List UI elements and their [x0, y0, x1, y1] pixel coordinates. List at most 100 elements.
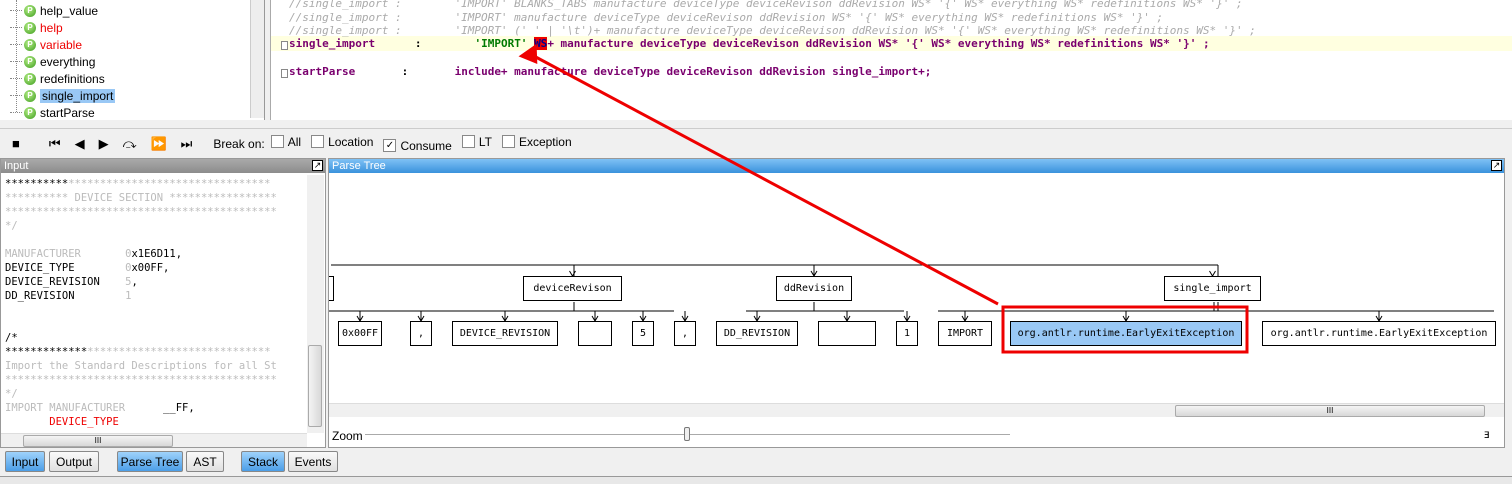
tree-leaf[interactable]: 0x00FF	[338, 321, 382, 346]
step-forward-icon[interactable]: ▶	[99, 136, 109, 152]
text: DEVICE_TYPE	[5, 262, 126, 274]
rule-item[interactable]: Phelp_value	[10, 2, 98, 19]
input-text[interactable]: ****************************************…	[1, 173, 307, 433]
text: __FF,	[163, 402, 195, 414]
text	[5, 416, 49, 428]
tab-input[interactable]: Input	[5, 451, 45, 472]
rule-label: variable	[40, 37, 83, 52]
input-line: */	[5, 220, 18, 232]
tree-edges	[329, 264, 1494, 322]
break-on-label: Break on:	[213, 136, 265, 151]
tree-leaf[interactable]: DD_REVISION	[716, 321, 798, 346]
go-start-icon[interactable]: ⏮	[49, 136, 61, 152]
tree-node-partial[interactable]	[329, 276, 334, 301]
fold-icon[interactable]	[281, 69, 288, 78]
checkbox[interactable]	[461, 135, 475, 148]
error-token: WS	[534, 37, 548, 50]
comment-line: //single_import : 'IMPORT' manufacture d…	[289, 11, 1164, 24]
break-on-checkbox[interactable]: Exception	[501, 134, 572, 149]
tree-connector	[10, 95, 22, 96]
single-import-rule: single_import : 'IMPORT' WS+ manufacture…	[289, 37, 1210, 50]
input-horizontal-scrollbar[interactable]: III	[1, 433, 307, 447]
exception-node[interactable]: org.antlr.runtime.EarlyExitException	[1010, 321, 1242, 346]
literal: 'IMPORT'	[474, 37, 528, 50]
text: */	[5, 220, 18, 232]
tab-stack[interactable]: Stack	[241, 451, 285, 472]
checkbox[interactable]	[270, 135, 284, 148]
step-over-icon[interactable]: ⤼	[123, 136, 137, 152]
text: *************	[5, 346, 88, 358]
input-panel: Input ↗ ********************************…	[0, 158, 326, 448]
checkbox[interactable]: ✓	[383, 139, 397, 152]
break-on-checkbox[interactable]: LT	[461, 134, 492, 149]
fold-icon[interactable]	[281, 41, 288, 50]
input-vertical-scrollbar[interactable]	[307, 175, 324, 433]
tree-leaf[interactable]: 1	[896, 321, 918, 346]
tree-leaf[interactable]: ,	[674, 321, 696, 346]
tree-node[interactable]: single_import	[1164, 276, 1261, 301]
rule-item[interactable]: Psingle_import	[10, 87, 116, 104]
tree-leaf[interactable]: DEVICE_REVISION	[452, 321, 558, 346]
step-back-icon[interactable]: ◀	[75, 136, 85, 152]
tree-leaf[interactable]	[818, 321, 876, 346]
parser-rule-icon: P	[24, 4, 36, 17]
text: Import the Standard Descriptions for all…	[5, 360, 277, 372]
checkbox-label: Consume	[400, 138, 452, 153]
input-line: DEVICE_TYPE	[5, 416, 119, 428]
rule-item[interactable]: Peverything	[10, 53, 96, 70]
zoom-slider-thumb[interactable]	[683, 427, 690, 441]
checkbox[interactable]	[311, 135, 325, 148]
text: /*	[5, 332, 18, 344]
input-line: ****************************************…	[5, 206, 277, 218]
tab-output[interactable]: Output	[49, 451, 99, 472]
maximize-icon[interactable]: ↗	[312, 160, 323, 171]
tree-layout-icon[interactable]: ⱻ	[1484, 427, 1490, 441]
go-end-icon[interactable]: ⏭	[181, 136, 193, 152]
rule-item[interactable]: PstartParse	[10, 104, 95, 121]
input-line: ********** DEVICE SECTION **************…	[5, 192, 277, 204]
text: *****************************	[87, 346, 271, 358]
input-line: DEVICE_REVISION 5,	[5, 276, 138, 288]
rule-item[interactable]: Phelp	[10, 19, 63, 36]
stop-icon[interactable]: ■	[12, 136, 20, 151]
rule-item[interactable]: Predefinitions	[10, 70, 105, 87]
scroll-thumb[interactable]	[308, 345, 322, 427]
break-on-checkbox[interactable]: All	[270, 135, 301, 149]
rule-tree-scrollbar[interactable]	[250, 0, 264, 118]
tree-leaf[interactable]: IMPORT	[938, 321, 992, 346]
text: DD_REVISION	[5, 290, 126, 302]
parser-rule-icon: P	[24, 38, 36, 51]
checkbox-label: LT	[478, 134, 492, 149]
checkbox-label: Exception	[518, 134, 572, 149]
tree-connector	[10, 27, 22, 28]
checkbox[interactable]	[501, 135, 515, 148]
tree-node[interactable]: ddRevision	[776, 276, 852, 301]
tree-horizontal-scrollbar[interactable]: III	[329, 403, 1504, 417]
tab-events[interactable]: Events	[288, 451, 338, 472]
text: ********************************	[68, 178, 271, 190]
text: */	[5, 388, 18, 400]
text: 1	[125, 290, 132, 302]
rule-body: include+ manufacture deviceType deviceRe…	[454, 65, 932, 78]
fast-forward-icon[interactable]: ⏩	[150, 136, 166, 152]
break-on-checkbox[interactable]: ✓ Consume	[383, 138, 452, 153]
tree-leaf[interactable]: ,	[410, 321, 432, 346]
exception-node[interactable]: org.antlr.runtime.EarlyExitException	[1262, 321, 1496, 346]
checkbox-label: Location	[328, 134, 374, 149]
tab-ast[interactable]: AST	[186, 451, 224, 472]
parse-tree-panel: Parse Tree ↗ deviceRevison ddRevision sing…	[328, 158, 1505, 448]
tree-connector	[10, 44, 22, 45]
parser-rule-icon: P	[24, 72, 36, 85]
grammar-editor[interactable]: //single_import : 'IMPORT' BLANKS_TABS m…	[270, 0, 1512, 120]
tree-leaf[interactable]: 5	[632, 321, 654, 346]
break-on-checkbox[interactable]: Location	[311, 135, 373, 149]
tree-leaf[interactable]	[578, 321, 612, 346]
startparse-rule: startParse : include+ manufacture device…	[289, 65, 931, 78]
tab-parse-tree[interactable]: Parse Tree	[117, 451, 183, 472]
text: ,	[131, 276, 138, 288]
input-panel-title: Input	[1, 159, 325, 173]
rule-label: everything	[40, 54, 96, 69]
tree-node[interactable]: deviceRevison	[523, 276, 622, 301]
parser-rule-icon: P	[24, 89, 36, 102]
rule-item[interactable]: Pvariable	[10, 36, 83, 53]
